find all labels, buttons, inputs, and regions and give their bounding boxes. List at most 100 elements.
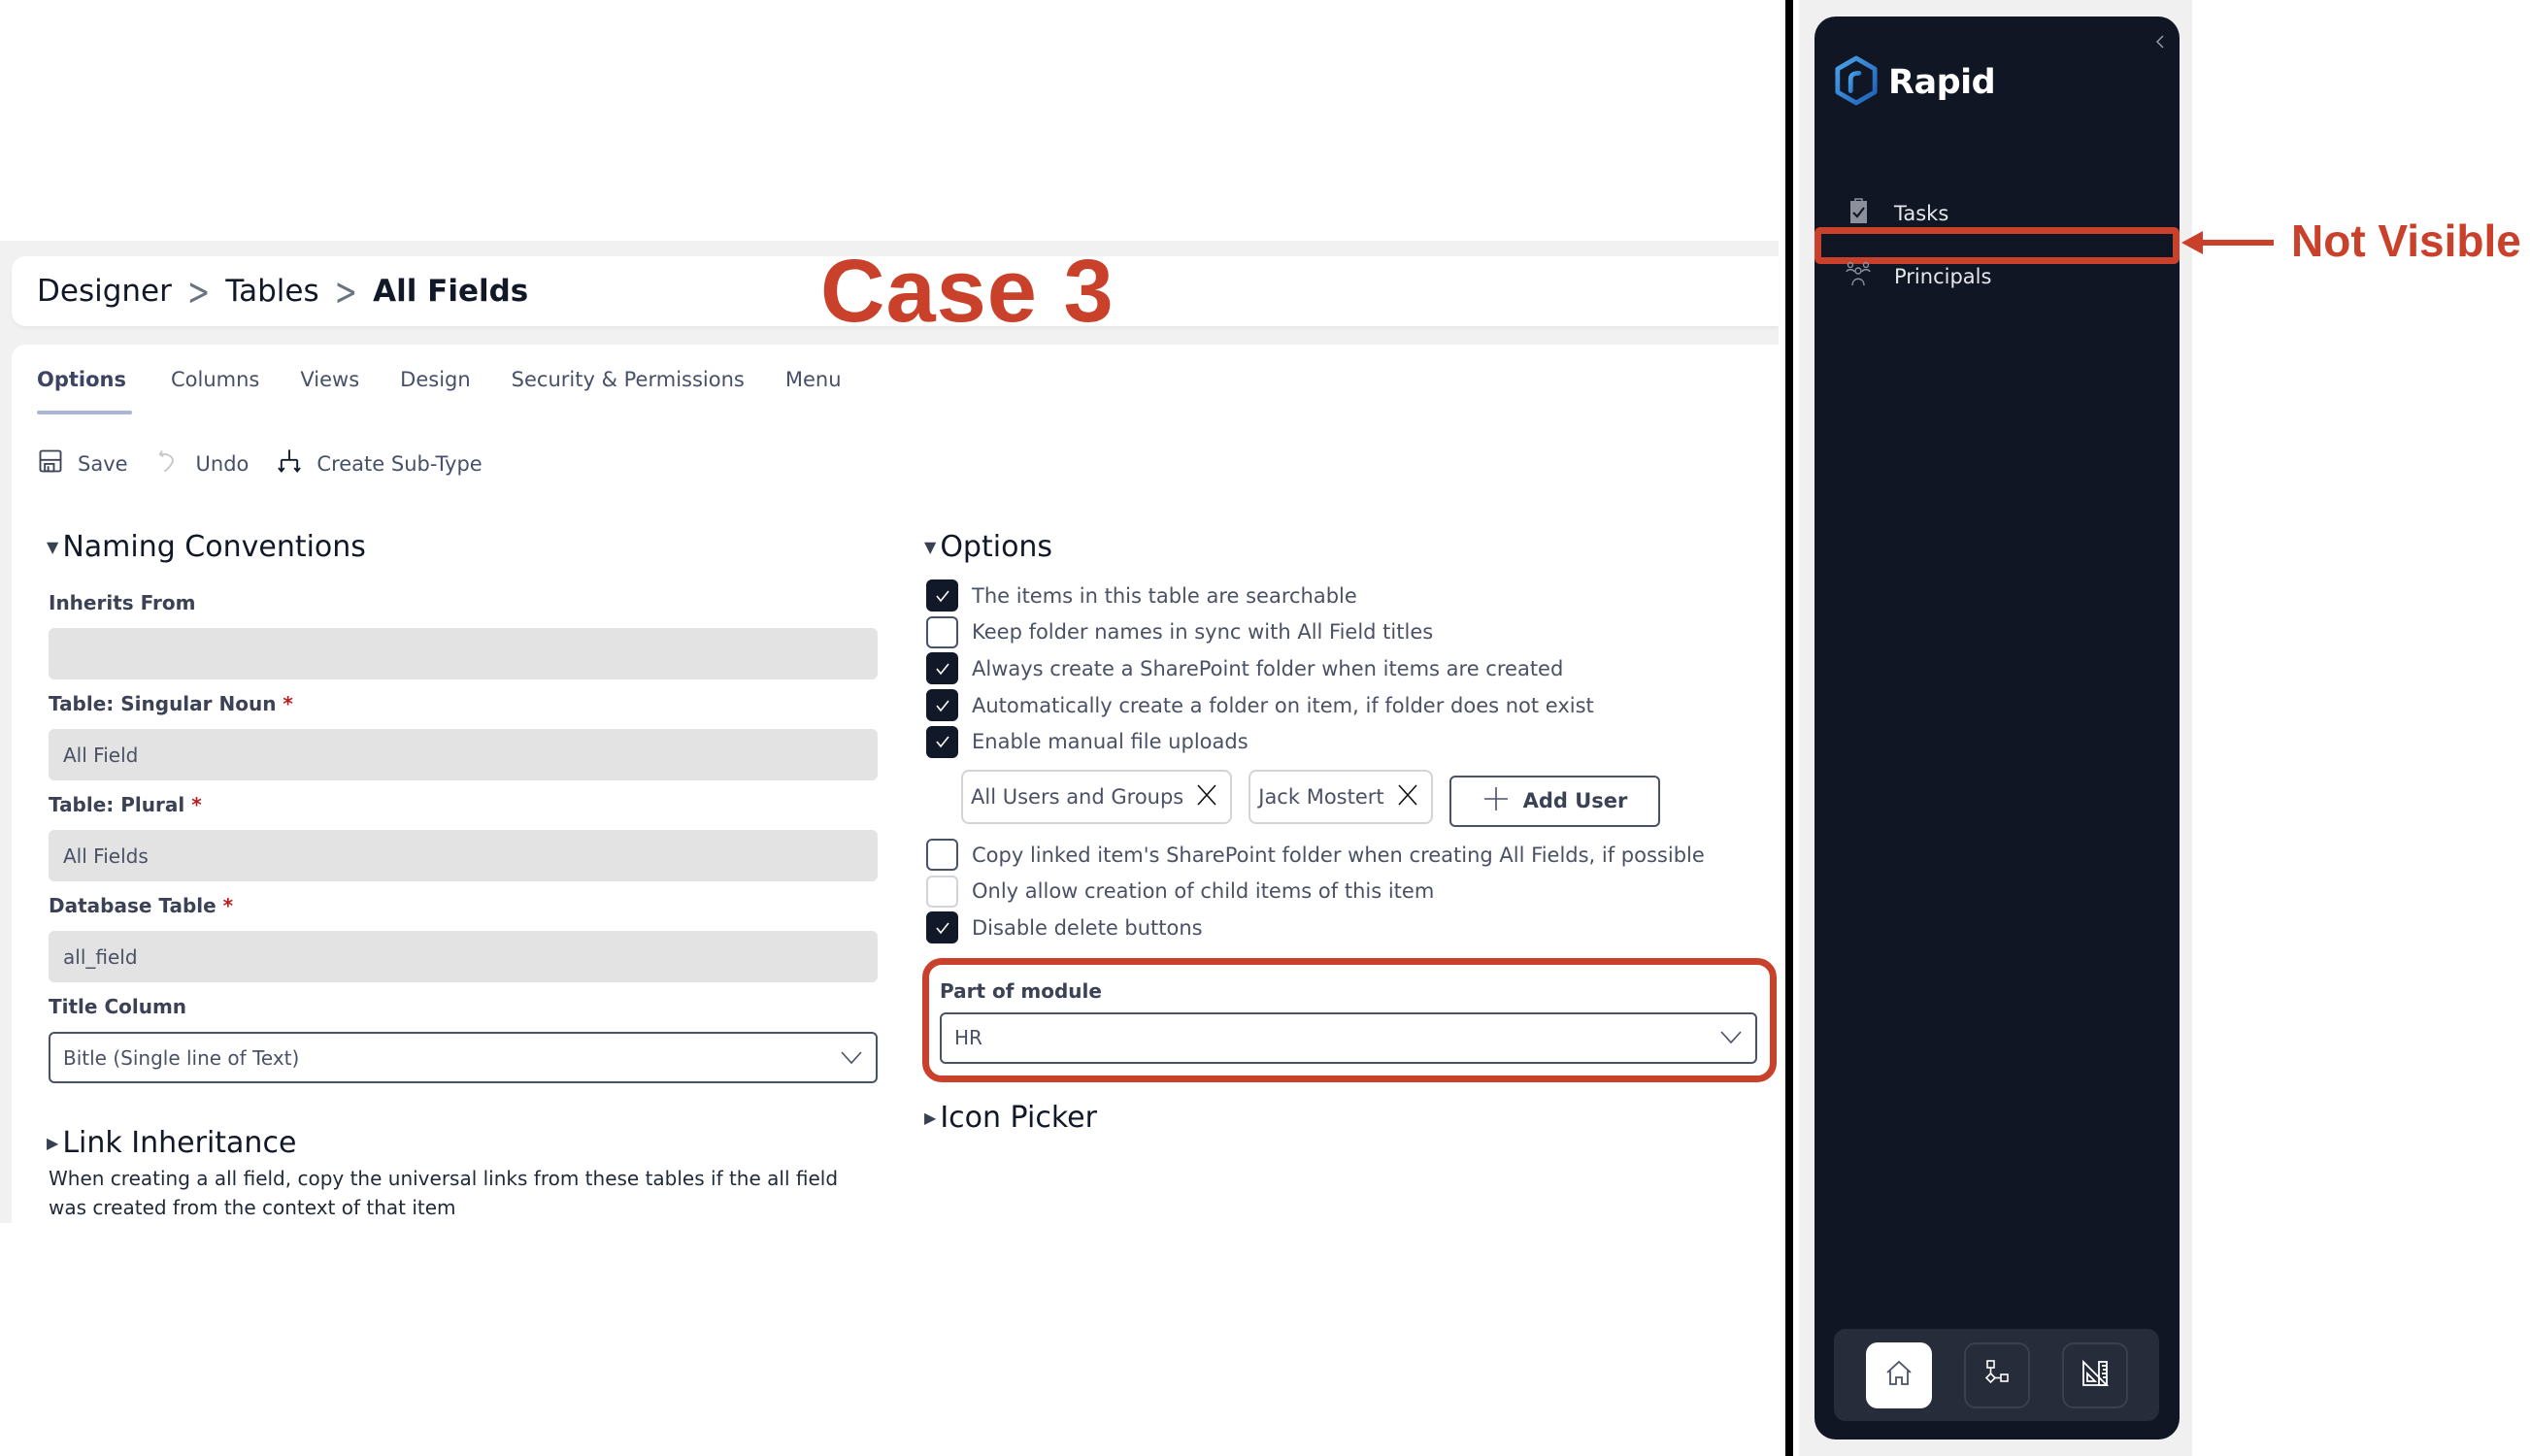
option-label: Disable delete buttons [972, 915, 1203, 940]
title-column-label: Title Column [49, 995, 187, 1018]
brand-name: Rapid [1888, 63, 1996, 102]
checkbox-unchecked[interactable] [926, 839, 958, 872]
home-icon [1883, 1358, 1914, 1393]
checkbox-unchecked[interactable] [926, 615, 958, 648]
naming-conventions-toggle[interactable]: ▼ Naming Conventions [47, 530, 878, 564]
toolbar: Save Undo Create Sub-Type [37, 447, 483, 480]
undo-icon [155, 447, 183, 480]
tab-menu[interactable]: Menu [774, 366, 853, 414]
link-inheritance-section: ▶ Link Inheritance When creating a all f… [47, 1126, 878, 1222]
option-always-create-folder[interactable]: Always create a SharePoint folder when i… [926, 650, 1781, 687]
tab-views[interactable]: Views [288, 366, 371, 414]
save-button[interactable]: Save [37, 447, 128, 480]
singular-noun-field[interactable]: All Field [49, 729, 878, 780]
section-title: Link Inheritance [62, 1126, 297, 1160]
checkbox-checked[interactable] [926, 911, 958, 944]
user-chip: Jack Mostert [1248, 770, 1433, 825]
part-of-module-select[interactable]: HR [940, 1011, 1757, 1064]
part-of-module-label: Part of module [940, 978, 1102, 1003]
tab-design[interactable]: Design [388, 366, 483, 414]
tab-security-permissions[interactable]: Security & Permissions [500, 366, 756, 414]
checkbox-checked[interactable] [926, 725, 958, 758]
checkbox-checked[interactable] [926, 689, 958, 722]
plus-icon [1482, 785, 1510, 817]
add-user-label: Add User [1522, 789, 1628, 813]
clipboard-check-icon [1844, 196, 1873, 230]
naming-conventions-section: ▼ Naming Conventions Inherits From Table… [47, 530, 878, 1222]
part-of-module-group: Part of module HR [922, 957, 1781, 1082]
options-toggle[interactable]: ▼ Options [924, 530, 1781, 564]
checkbox-checked[interactable] [926, 652, 958, 685]
workflow-button[interactable] [1963, 1341, 2030, 1408]
breadcrumb: Designer > Tables > All Fields [37, 269, 528, 314]
user-chip: All Users and Groups [961, 770, 1233, 825]
title-column-select[interactable]: Bitle (Single line of Text) [49, 1032, 878, 1083]
required-marker: * [191, 793, 202, 816]
chevron-down-icon [1720, 1026, 1742, 1049]
sidebar-item-tasks[interactable]: Tasks [1844, 196, 1948, 230]
tab-columns[interactable]: Columns [159, 366, 271, 414]
inherits-from-field[interactable] [49, 628, 878, 679]
option-label: Enable manual file uploads [972, 730, 1248, 754]
plural-field[interactable]: All Fields [49, 830, 878, 881]
link-inheritance-toggle[interactable]: ▶ Link Inheritance [47, 1126, 878, 1160]
option-copy-linked-folder[interactable]: Copy linked item's SharePoint folder whe… [926, 837, 1781, 874]
breadcrumb-item-tables[interactable]: Tables [225, 274, 318, 309]
remove-x-icon[interactable] [1195, 783, 1218, 811]
plural-label: Table: Plural * [49, 793, 202, 816]
flowchart-icon [1981, 1358, 2013, 1393]
save-label: Save [78, 451, 128, 476]
breadcrumb-item-designer[interactable]: Designer [37, 274, 172, 309]
caret-right-icon: ▶ [924, 1108, 937, 1127]
sidebar-item-principals[interactable]: Principals [1844, 259, 1991, 293]
table-designer-panel: Options Columns Views Design Security & … [12, 345, 1779, 1223]
tab-options[interactable]: Options [25, 366, 138, 414]
option-label: Copy linked item's SharePoint folder whe… [972, 843, 1705, 867]
user-chip-label: All Users and Groups [971, 785, 1184, 810]
designer-button[interactable] [2061, 1341, 2128, 1408]
caret-down-icon: ▼ [47, 538, 59, 556]
section-title: Options [940, 530, 1053, 564]
undo-button[interactable]: Undo [155, 447, 249, 480]
option-only-child-items[interactable]: Only allow creation of child items of th… [926, 874, 1781, 910]
sidebar-item-label: Principals [1894, 264, 1992, 288]
inherits-from-label: Inherits From [49, 591, 196, 614]
required-marker: * [222, 894, 234, 917]
caret-right-icon: ▶ [47, 1134, 59, 1152]
option-label: Automatically create a folder on item, i… [972, 693, 1594, 717]
option-label: Always create a SharePoint folder when i… [972, 656, 1564, 680]
icon-picker-toggle[interactable]: ▶ Icon Picker [924, 1101, 1781, 1135]
collapse-sidebar-button[interactable] [2150, 30, 2170, 53]
option-searchable[interactable]: The items in this table are searchable [926, 578, 1781, 614]
database-table-field[interactable]: all_field [49, 931, 878, 982]
option-label: Only allow creation of child items of th… [972, 879, 1435, 904]
option-auto-create-folder[interactable]: Automatically create a folder on item, i… [926, 687, 1781, 724]
checkbox-unchecked[interactable] [926, 875, 958, 908]
remove-x-icon[interactable] [1396, 783, 1419, 811]
create-subtype-button[interactable]: Create Sub-Type [276, 447, 483, 480]
not-visible-annotation: Not Visible [2291, 215, 2521, 266]
upload-users-list: All Users and Groups Jack Mostert Add Us… [961, 768, 1781, 827]
option-label: Keep folder names in sync with All Field… [972, 620, 1434, 645]
section-title: Icon Picker [940, 1100, 1097, 1135]
user-chip-label: Jack Mostert [1258, 785, 1384, 810]
create-subtype-label: Create Sub-Type [316, 451, 483, 476]
ruler-triangle-icon [2080, 1358, 2111, 1393]
option-label: The items in this table are searchable [972, 583, 1357, 608]
users-icon [1844, 259, 1873, 293]
tab-bar: Options Columns Views Design Security & … [25, 366, 871, 414]
option-disable-delete[interactable]: Disable delete buttons [926, 910, 1781, 946]
annotation-arrow-icon [2181, 231, 2274, 254]
home-button[interactable] [1865, 1341, 1932, 1408]
add-user-button[interactable]: Add User [1448, 775, 1661, 827]
rapid-hexagon-logo-icon [1834, 55, 1879, 110]
case-annotation-label: Case 3 [820, 242, 1115, 341]
screenshot-divider [1785, 0, 1793, 1456]
required-marker: * [283, 692, 293, 715]
option-manual-uploads[interactable]: Enable manual file uploads [926, 723, 1781, 760]
breadcrumb-separator: > [186, 268, 211, 314]
part-of-module-value: HR [954, 1026, 982, 1050]
option-keep-folder-names-sync[interactable]: Keep folder names in sync with All Field… [926, 614, 1781, 651]
link-inheritance-description: When creating a all field, copy the univ… [49, 1167, 839, 1219]
checkbox-checked[interactable] [926, 579, 958, 612]
